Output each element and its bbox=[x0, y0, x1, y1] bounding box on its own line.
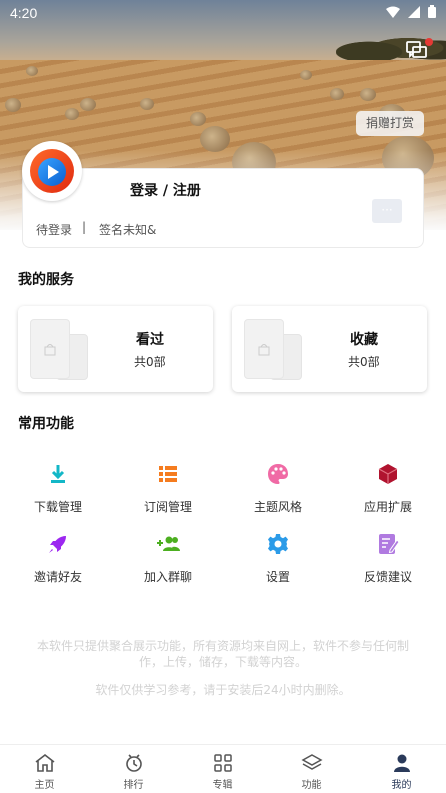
status-time: 4:20 bbox=[10, 5, 38, 21]
section-title-functions: 常用功能 bbox=[18, 416, 74, 432]
nav-label: 主页 bbox=[34, 780, 55, 791]
signal-icon bbox=[408, 5, 420, 21]
avatar[interactable] bbox=[22, 141, 82, 201]
service-label: 看过 bbox=[136, 332, 164, 348]
func-join-group[interactable]: 加入群聊 bbox=[118, 532, 218, 592]
nav-mine[interactable]: 我的 bbox=[357, 745, 446, 793]
func-label: 加入群聊 bbox=[143, 570, 192, 584]
nav-label: 排行 bbox=[123, 780, 144, 791]
func-settings[interactable]: 设置 bbox=[228, 532, 328, 592]
nav-label: 我的 bbox=[391, 780, 412, 791]
rank-icon bbox=[125, 754, 142, 772]
func-label: 主题风格 bbox=[253, 500, 302, 514]
func-app-extension[interactable]: 应用扩展 bbox=[338, 462, 438, 522]
divider: | bbox=[82, 220, 87, 234]
feedback-icon bbox=[379, 534, 400, 554]
palette-icon bbox=[268, 464, 288, 484]
cube-icon bbox=[378, 464, 398, 484]
func-label: 订阅管理 bbox=[143, 500, 192, 514]
hay-bale bbox=[80, 98, 96, 111]
nav-rank[interactable]: 排行 bbox=[89, 745, 178, 793]
hay-bale bbox=[140, 98, 154, 110]
service-label: 收藏 bbox=[350, 332, 378, 348]
func-theme-style[interactable]: 主题风格 bbox=[228, 462, 328, 522]
more-button[interactable]: ··· bbox=[372, 199, 402, 223]
service-card-history[interactable]: 看过 共0部 bbox=[18, 306, 213, 392]
func-feedback[interactable]: 反馈建议 bbox=[338, 532, 438, 592]
download-icon bbox=[51, 465, 65, 483]
func-label: 反馈建议 bbox=[363, 570, 412, 584]
login-status: 待登录 bbox=[36, 223, 73, 237]
nav-label: 专辑 bbox=[212, 780, 233, 791]
person-icon bbox=[393, 754, 410, 772]
service-count: 共0部 bbox=[348, 355, 380, 369]
status-icons bbox=[386, 5, 436, 21]
func-download-manage[interactable]: 下载管理 bbox=[8, 462, 108, 522]
service-card-favorites[interactable]: 收藏 共0部 bbox=[232, 306, 427, 392]
hay-bale bbox=[5, 98, 21, 112]
wifi-icon bbox=[386, 5, 400, 21]
hay-bale bbox=[300, 70, 312, 80]
hay-bale bbox=[65, 108, 79, 120]
donate-button[interactable]: 捐赠打赏 bbox=[356, 111, 424, 136]
placeholder-thumb bbox=[244, 319, 284, 379]
section-title-services: 我的服务 bbox=[18, 272, 74, 288]
bag-icon bbox=[258, 344, 270, 356]
status-bar: 4:20 bbox=[0, 0, 446, 26]
hay-bale bbox=[190, 112, 206, 126]
grid-icon bbox=[213, 754, 232, 772]
service-count: 共0部 bbox=[134, 355, 166, 369]
app-logo-icon bbox=[30, 149, 74, 193]
disclaimer-text: 本软件只提供聚合展示功能，所有资源均来自网上，软件不参与任何制作，上传，储存，下… bbox=[36, 639, 409, 669]
bottom-nav: 主页 排行 专辑 功能 我的 bbox=[0, 744, 446, 793]
hay-bale bbox=[360, 88, 376, 101]
home-icon bbox=[35, 753, 54, 772]
gear-icon bbox=[268, 534, 288, 554]
nav-home[interactable]: 主页 bbox=[0, 745, 89, 793]
func-invite-friends[interactable]: 邀请好友 bbox=[8, 532, 108, 592]
func-subscription-manage[interactable]: 订阅管理 bbox=[118, 462, 218, 522]
hay-bale bbox=[200, 126, 230, 152]
hay-bale bbox=[26, 66, 38, 76]
func-label: 应用扩展 bbox=[363, 500, 412, 514]
disclaimer-text: 软件仅供学习参考，请于安装后24小时内删除。 bbox=[95, 683, 351, 697]
nav-album[interactable]: 专辑 bbox=[178, 745, 267, 793]
login-register-link[interactable]: 登录 / 注册 bbox=[130, 180, 201, 200]
list-icon bbox=[159, 466, 177, 482]
message-button[interactable] bbox=[406, 38, 433, 64]
unread-badge bbox=[425, 38, 433, 46]
battery-icon bbox=[428, 5, 436, 21]
func-label: 下载管理 bbox=[33, 500, 82, 514]
signature-text: 签名未知& bbox=[99, 223, 157, 237]
profile-card bbox=[22, 168, 424, 248]
bag-icon bbox=[44, 344, 56, 356]
nav-label: 功能 bbox=[301, 780, 322, 791]
rocket-icon bbox=[49, 536, 66, 553]
nav-functions[interactable]: 功能 bbox=[267, 745, 356, 793]
func-label: 设置 bbox=[265, 570, 290, 584]
func-label: 邀请好友 bbox=[33, 570, 82, 584]
hay-bale bbox=[330, 88, 344, 100]
group-add-icon bbox=[157, 536, 180, 551]
layers-icon bbox=[300, 754, 323, 770]
placeholder-thumb bbox=[30, 319, 70, 379]
